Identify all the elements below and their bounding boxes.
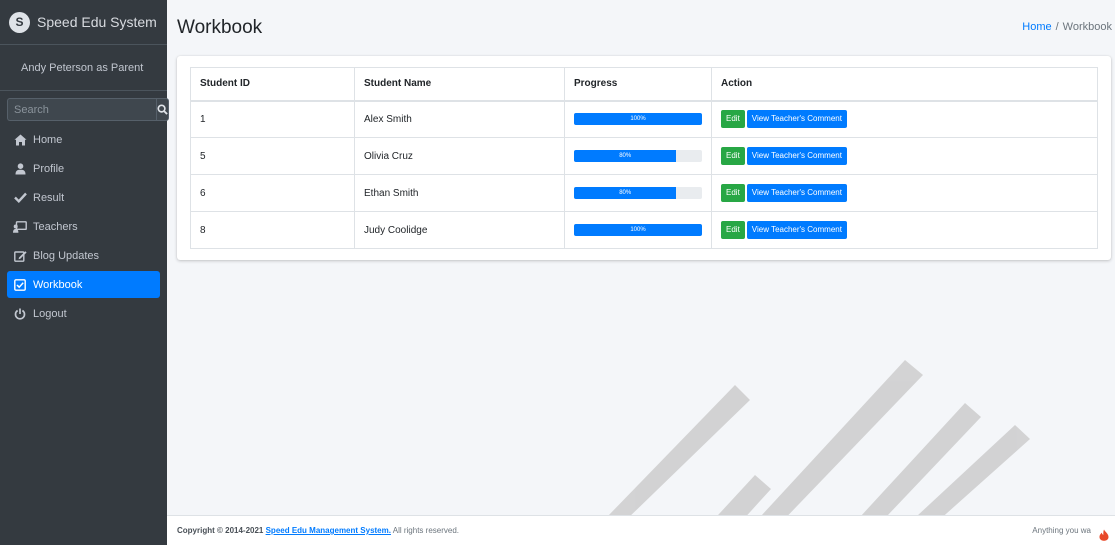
page-title: Workbook — [177, 17, 263, 38]
checkbox-icon — [13, 278, 27, 292]
student-id-cell: 5 — [190, 137, 355, 175]
footer-brand-link[interactable]: Speed Edu Management System. — [266, 526, 391, 535]
progress-bar-track: 80% — [574, 187, 702, 199]
breadcrumb-current: Workbook — [1062, 21, 1112, 33]
sidebar-item-blog-updates[interactable]: Blog Updates — [7, 242, 160, 269]
edit-button[interactable]: Edit — [721, 110, 745, 129]
breadcrumb-separator: / — [1055, 21, 1059, 33]
table-header-row: Student ID Student Name Progress Action — [190, 67, 1098, 102]
view-teacher-comment-button[interactable]: View Teacher's Comment — [746, 147, 847, 165]
sidebar-item-label: Workbook — [33, 278, 83, 291]
progress-bar-track: 100% — [574, 224, 702, 236]
table-row: 5 Olivia Cruz 80% Edit View Teacher's Com… — [190, 137, 1098, 175]
sidebar-item-label: Blog Updates — [33, 249, 100, 262]
column-header-student-id: Student ID — [190, 67, 355, 102]
sidebar-item-label: Teachers — [33, 220, 78, 233]
flame-icon — [1097, 528, 1111, 542]
view-teacher-comment-button[interactable]: View Teacher's Comment — [746, 184, 847, 202]
sidebar: S Speed Edu System Andy Peterson as Pare… — [0, 0, 169, 545]
table-row: 6 Ethan Smith 80% Edit View Teacher's Com… — [190, 174, 1098, 212]
search-icon — [157, 104, 168, 115]
sidebar-item-workbook[interactable]: Workbook — [7, 271, 160, 298]
progress-bar-track: 80% — [574, 150, 702, 162]
sidebar-item-label: Profile — [33, 162, 65, 175]
sidebar-item-teachers[interactable]: Teachers — [7, 213, 160, 240]
user-name[interactable]: Andy Peterson as Parent — [21, 62, 143, 74]
search-input[interactable] — [7, 98, 156, 121]
sidebar-item-profile[interactable]: Profile — [7, 155, 160, 182]
view-teacher-comment-button[interactable]: View Teacher's Comment — [746, 221, 847, 239]
action-cell: Edit View Teacher's Comment — [711, 137, 1098, 175]
student-id-cell: 1 — [190, 100, 355, 138]
view-teacher-comment-button[interactable]: View Teacher's Comment — [746, 110, 847, 129]
footer-right-text: Anything you wa — [1032, 526, 1091, 535]
user-panel[interactable]: Andy Peterson as Parent — [0, 45, 167, 91]
student-id-cell: 6 — [190, 174, 355, 212]
home-icon — [13, 133, 27, 147]
sidebar-item-label: Home — [33, 133, 63, 146]
action-cell: Edit View Teacher's Comment — [711, 174, 1098, 212]
table-row: 1 Alex Smith 100% Edit View Teacher's Com… — [190, 100, 1098, 138]
student-id-cell: 8 — [190, 211, 355, 249]
progress-cell: 80% — [564, 174, 712, 212]
student-name-cell: Judy Coolidge — [354, 211, 565, 249]
power-icon — [13, 307, 27, 321]
progress-bar-fill: 100% — [574, 113, 702, 126]
brand-logo-icon: S — [9, 11, 30, 33]
copyright-suffix: All rights reserved. — [390, 526, 459, 535]
progress-bar-fill: 80% — [574, 187, 677, 199]
progress-cell: 100% — [564, 211, 712, 249]
sidebar-item-logout[interactable]: Logout — [7, 300, 160, 327]
brand-link[interactable]: S Speed Edu System — [0, 0, 167, 45]
sidebar-item-home[interactable]: Home — [7, 126, 160, 153]
sidebar-search — [7, 98, 169, 121]
edit-button[interactable]: Edit — [721, 184, 745, 202]
student-name-cell: Alex Smith — [354, 100, 565, 138]
breadcrumb: Home / Workbook — [1022, 21, 1112, 33]
action-cell: Edit View Teacher's Comment — [711, 100, 1098, 138]
copyright-prefix: Copyright © 2014-2021 — [177, 526, 266, 535]
student-name-cell: Olivia Cruz — [354, 137, 565, 175]
chalkboard-teacher-icon — [13, 220, 27, 234]
workbook-table: Student ID Student Name Progress Action … — [190, 67, 1098, 249]
sidebar-item-label: Result — [33, 191, 65, 204]
progress-bar-fill: 100% — [574, 224, 702, 236]
column-header-progress: Progress — [564, 67, 712, 102]
edit-button[interactable]: Edit — [721, 221, 745, 239]
brand-name: Speed Edu System — [37, 14, 157, 30]
progress-bar-fill: 80% — [574, 150, 677, 162]
sidebar-item-label: Logout — [33, 307, 67, 320]
column-header-student-name: Student Name — [354, 67, 565, 102]
progress-cell: 80% — [564, 137, 712, 175]
edit-button[interactable]: Edit — [721, 147, 745, 165]
action-cell: Edit View Teacher's Comment — [711, 211, 1098, 249]
search-button[interactable] — [156, 98, 169, 121]
student-name-cell: Ethan Smith — [354, 174, 565, 212]
breadcrumb-home-link[interactable]: Home — [1022, 21, 1051, 33]
edit-icon — [13, 249, 27, 263]
footer: Copyright © 2014-2021 Speed Edu Manageme… — [167, 515, 1115, 545]
user-icon — [13, 162, 27, 176]
table-row: 8 Judy Coolidge 100% Edit View Teacher's … — [190, 211, 1098, 249]
check-icon — [13, 191, 27, 205]
column-header-action: Action — [711, 67, 1098, 102]
workbook-card: Student ID Student Name Progress Action … — [177, 56, 1111, 260]
footer-copyright: Copyright © 2014-2021 Speed Edu Manageme… — [177, 526, 459, 535]
progress-bar-track: 100% — [574, 113, 702, 126]
progress-cell: 100% — [564, 100, 712, 138]
sidebar-item-result[interactable]: Result — [7, 184, 160, 211]
sidebar-nav: Home Profile Result Teachers Blog Update… — [0, 126, 167, 327]
